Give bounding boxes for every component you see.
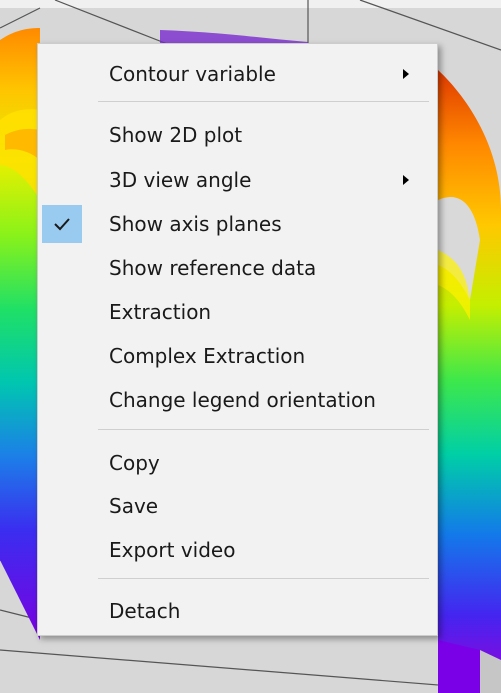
menu-item-label: 3D view angle [109,168,252,192]
menu-item-label: Export video [109,538,236,562]
menu-item-copy[interactable]: Copy [39,443,436,483]
menu-item-export-video[interactable]: Export video [39,530,436,570]
menu-item-label: Save [109,494,159,518]
menu-item-label: Show 2D plot [109,123,243,147]
menu-item-complex-extraction[interactable]: Complex Extraction [39,336,436,376]
menu-item-label: Complex Extraction [109,344,306,368]
menu-item-save[interactable]: Save [39,486,436,526]
submenu-arrow-icon [403,175,409,185]
menu-item-label: Copy [109,451,160,475]
menu-item-detach[interactable]: Detach [39,591,436,631]
menu-item-3d-view-angle[interactable]: 3D view angle [39,160,436,200]
menu-item-label: Change legend orientation [109,388,376,412]
menu-item-change-legend-orientation[interactable]: Change legend orientation [39,380,436,420]
menu-separator [98,429,429,430]
menu-item-label: Detach [109,599,181,623]
menu-item-show-reference-data[interactable]: Show reference data [39,248,436,288]
contour-surface-right [438,70,501,690]
submenu-arrow-icon [403,69,409,79]
menu-separator [98,101,429,102]
menu-item-label: Extraction [109,300,212,324]
menu-item-show-axis-planes[interactable]: Show axis planes [39,204,436,244]
menu-item-label: Contour variable [109,62,276,86]
menu-item-contour-variable[interactable]: Contour variable [39,54,436,94]
menu-item-extraction[interactable]: Extraction [39,292,436,332]
menu-item-label: Show reference data [109,256,317,280]
menu-item-label: Show axis planes [109,212,282,236]
checkmark-icon [54,218,70,231]
menu-separator [98,578,429,579]
check-highlight [42,205,82,243]
menu-item-show-2d-plot[interactable]: Show 2D plot [39,115,436,155]
context-menu: Contour variable Show 2D plot 3D view an… [37,43,438,636]
